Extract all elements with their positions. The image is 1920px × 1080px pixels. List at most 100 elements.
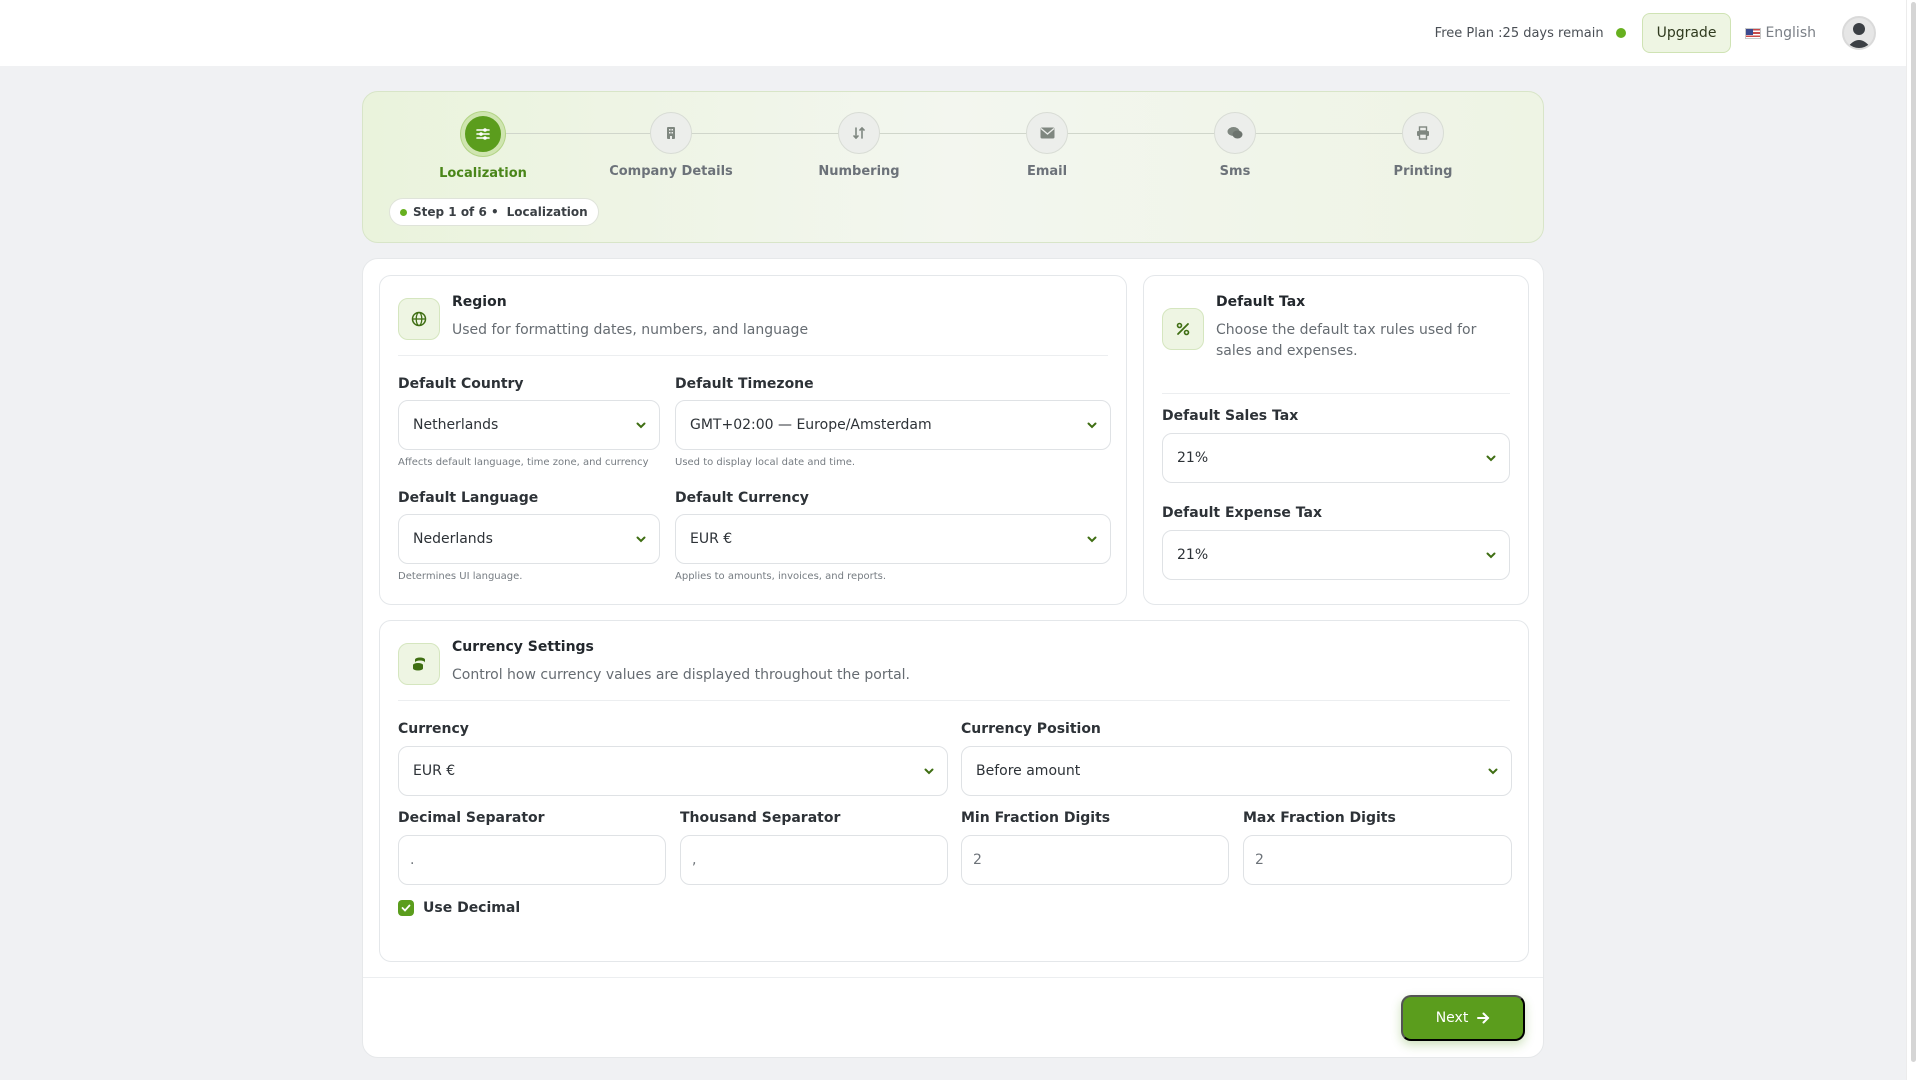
thousand-separator-label: Thousand Separator: [680, 810, 841, 826]
currency-position-value: Before amount: [976, 763, 1081, 779]
default-tax-title: Default Tax: [1216, 294, 1306, 310]
currency-settings-header: Currency Settings Control how currency v…: [398, 639, 1510, 701]
setup-stepper: Localization Company Details Numbering E…: [362, 91, 1544, 243]
min-fraction-digits-label: Min Fraction Digits: [961, 810, 1111, 826]
step-progress-badge: Step 1 of 6 • Localization: [389, 198, 599, 226]
default-expense-tax-label: Default Expense Tax: [1162, 505, 1322, 521]
plan-status-text: Free Plan :25 days remain: [1434, 25, 1604, 41]
default-timezone-value: GMT+02:00 — Europe/Amsterdam: [690, 417, 932, 433]
use-decimal-checkbox-row[interactable]: Use Decimal: [398, 900, 520, 916]
language-switcher[interactable]: English: [1745, 25, 1816, 41]
region-panel: Region Used for formatting dates, number…: [379, 275, 1127, 605]
region-subtitle: Used for formatting dates, numbers, and …: [452, 322, 809, 338]
chevron-down-icon: [636, 422, 646, 429]
settings-card: Region Used for formatting dates, number…: [362, 258, 1544, 1058]
percent-icon: [1162, 308, 1204, 350]
sort-numbers-icon: [838, 112, 880, 154]
default-timezone-label: Default Timezone: [675, 376, 814, 392]
badge-dot: [400, 208, 407, 216]
default-country-select[interactable]: Netherlands: [398, 400, 660, 450]
default-country-value: Netherlands: [413, 417, 499, 433]
currency-settings-title: Currency Settings: [452, 639, 594, 655]
decimal-separator-label: Decimal Separator: [398, 810, 545, 826]
chevron-down-icon: [924, 768, 934, 775]
region-title: Region: [452, 294, 507, 310]
chat-bubbles-icon: [1214, 112, 1256, 154]
min-fraction-digits-input[interactable]: 2: [961, 835, 1229, 885]
currency-select[interactable]: EUR €: [398, 746, 948, 796]
max-fraction-digits-label: Max Fraction Digits: [1243, 810, 1396, 826]
globe-icon: [398, 298, 440, 340]
default-sales-tax-label: Default Sales Tax: [1162, 408, 1299, 424]
step-company-details[interactable]: Company Details: [601, 112, 741, 179]
step-label: Numbering: [818, 164, 900, 179]
step-label: Email: [1026, 164, 1068, 179]
currency-settings-subtitle: Control how currency values are displaye…: [452, 667, 911, 683]
max-fraction-digits-input[interactable]: 2: [1243, 835, 1512, 885]
default-currency-value: EUR €: [690, 531, 733, 547]
use-decimal-checkbox[interactable]: [398, 900, 414, 916]
default-language-label: Default Language: [398, 490, 539, 506]
user-icon: [1847, 23, 1871, 48]
step-label: Printing: [1393, 164, 1453, 179]
sliders-icon: [461, 112, 505, 156]
top-bar: Free Plan :25 days remain Upgrade Englis…: [0, 0, 1906, 66]
step-email[interactable]: Email: [977, 112, 1117, 179]
default-expense-tax-select[interactable]: 21%: [1162, 530, 1510, 580]
use-decimal-label: Use Decimal: [423, 900, 521, 916]
default-currency-select[interactable]: EUR €: [675, 514, 1111, 564]
default-timezone-hint: Used to display local date and time.: [675, 457, 856, 468]
default-language-select[interactable]: Nederlands: [398, 514, 660, 564]
chevron-down-icon: [1087, 536, 1097, 543]
default-country-label: Default Country: [398, 376, 524, 392]
language-label: English: [1765, 25, 1816, 41]
step-printing[interactable]: Printing: [1353, 112, 1493, 179]
step-label: Company Details: [609, 164, 733, 179]
chevron-down-icon: [1087, 422, 1097, 429]
default-tax-panel: Default Tax Choose the default tax rules…: [1143, 275, 1529, 605]
step-label: Sms: [1219, 164, 1251, 179]
next-button[interactable]: Next: [1401, 995, 1525, 1041]
default-timezone-select[interactable]: GMT+02:00 — Europe/Amsterdam: [675, 400, 1111, 450]
step-sms[interactable]: Sms: [1165, 112, 1305, 179]
chevron-down-icon: [1486, 552, 1496, 559]
currency-settings-panel: Currency Settings Control how currency v…: [379, 620, 1529, 962]
arrow-right-icon: [1477, 1012, 1490, 1024]
next-button-label: Next: [1435, 1010, 1469, 1026]
checkmark-icon: [401, 904, 411, 912]
currency-value: EUR €: [413, 763, 456, 779]
page-scrollbar[interactable]: [1906, 0, 1920, 1080]
default-language-hint: Determines UI language.: [398, 571, 523, 582]
default-tax-subtitle: Choose the default tax rules used for sa…: [1216, 322, 1477, 359]
printer-icon: [1402, 112, 1444, 154]
thousand-separator-input[interactable]: ,: [680, 835, 948, 885]
envelope-icon: [1026, 112, 1068, 154]
coins-icon: [398, 643, 440, 685]
default-currency-label: Default Currency: [675, 490, 809, 506]
default-sales-tax-value: 21%: [1177, 450, 1209, 466]
building-icon: [650, 112, 692, 154]
default-currency-hint: Applies to amounts, invoices, and report…: [675, 571, 887, 582]
default-expense-tax-value: 21%: [1177, 547, 1209, 563]
step-localization[interactable]: Localization: [413, 112, 553, 181]
footer-divider: [363, 977, 1543, 978]
scrollbar-thumb[interactable]: [1911, 2, 1916, 1062]
default-sales-tax-select[interactable]: 21%: [1162, 433, 1510, 483]
upgrade-button[interactable]: Upgrade: [1641, 13, 1732, 53]
step-numbering[interactable]: Numbering: [789, 112, 929, 179]
chevron-down-icon: [1486, 455, 1496, 462]
currency-position-select[interactable]: Before amount: [961, 746, 1512, 796]
chevron-down-icon: [636, 536, 646, 543]
default-language-value: Nederlands: [413, 531, 493, 547]
step-label: Localization: [439, 166, 527, 181]
currency-position-label: Currency Position: [961, 721, 1101, 737]
us-flag-icon: [1745, 27, 1762, 39]
chevron-down-icon: [1488, 768, 1498, 775]
plan-status-dot: [1615, 28, 1626, 38]
default-country-hint: Affects default language, time zone, and…: [398, 457, 649, 468]
currency-label: Currency: [398, 721, 469, 737]
region-header: Region Used for formatting dates, number…: [398, 294, 1108, 356]
decimal-separator-input[interactable]: .: [398, 835, 666, 885]
current-step-text: Localization: [506, 205, 588, 219]
user-avatar[interactable]: [1842, 16, 1876, 50]
